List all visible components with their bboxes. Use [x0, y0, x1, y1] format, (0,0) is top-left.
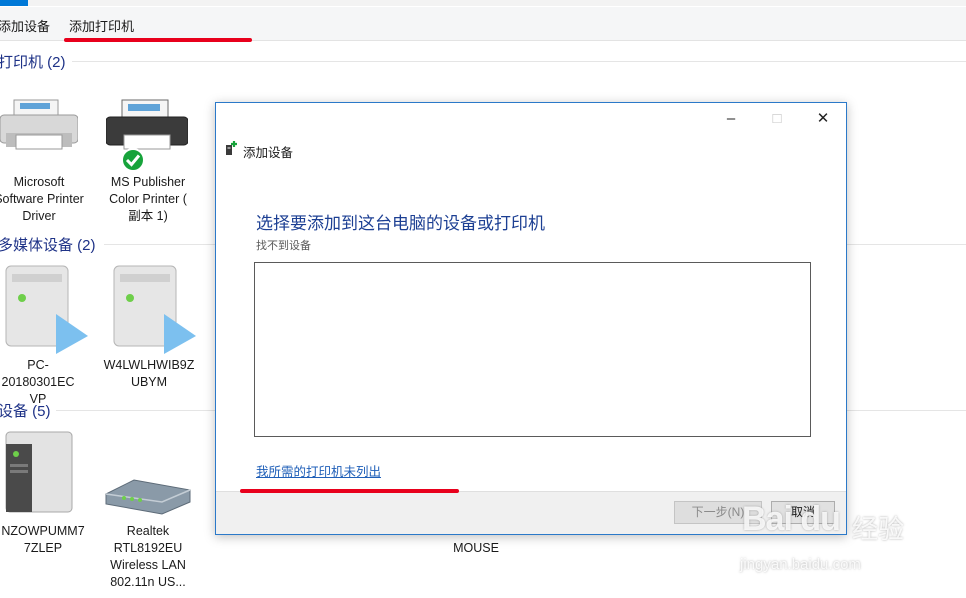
group-header-devices[interactable]: 设备 (5): [0, 400, 51, 421]
group-divider: [72, 61, 966, 62]
network-adapter-icon: [105, 479, 191, 515]
media-server-icon: [113, 265, 196, 354]
add-device-dialog: – □ ✕ 添加设备 选择要添加到这台电脑的设备或打印机 找不到设备 我所需的打…: [215, 102, 847, 535]
device-label: Realtek RTL8192EU Wireless LAN 802.11n U…: [110, 524, 186, 589]
device-list[interactable]: [254, 262, 811, 437]
device-item[interactable]: MS Publisher Color Printer ( 副本 1): [102, 174, 194, 225]
device-item[interactable]: Microsoft Software Printer Driver: [0, 174, 85, 225]
group-header-media[interactable]: 多媒体设备 (2): [0, 234, 96, 255]
add-device-button[interactable]: 添加设备: [0, 16, 50, 35]
printer-default-icon: [106, 99, 188, 171]
device-label: NZOWPUMM7 7ZLEP: [1, 524, 85, 555]
media-server-icon: [5, 265, 88, 354]
dialog-heading: 选择要添加到这台电脑的设备或打印机: [256, 214, 545, 233]
group-header-printers[interactable]: 打印机 (2): [0, 51, 66, 72]
close-button[interactable]: ✕: [808, 109, 838, 129]
computer-tower-icon: [5, 431, 73, 513]
maximize-button[interactable]: □: [762, 109, 792, 129]
dialog-title: 添加设备: [243, 146, 294, 160]
watermark-url: jingyan.baidu.com: [740, 556, 861, 573]
red-annotation-underline: [240, 489, 459, 493]
menu-highlight: [0, 0, 28, 6]
device-item[interactable]: MOUSE: [430, 540, 522, 557]
device-label: W4LWLHWIB9Z UBYM: [103, 358, 195, 389]
device-label: MOUSE: [453, 541, 499, 555]
device-label: MS Publisher Color Printer ( 副本 1): [109, 175, 187, 223]
menu-bar: [0, 0, 966, 6]
add-printer-button[interactable]: 添加打印机: [69, 16, 134, 35]
device-item[interactable]: NZOWPUMM7 7ZLEP: [0, 523, 89, 557]
printer-icon: [0, 99, 78, 150]
device-label: Microsoft Software Printer Driver: [0, 175, 84, 223]
watermark-text: 经验: [852, 514, 905, 544]
device-item[interactable]: W4LWLHWIB9Z UBYM: [103, 357, 195, 391]
add-device-icon: [226, 141, 237, 155]
device-item[interactable]: Realtek RTL8192EU Wireless LAN 802.11n U…: [102, 523, 194, 591]
printer-not-listed-link[interactable]: 我所需的打印机未列出: [256, 461, 381, 480]
status-text: 找不到设备: [256, 240, 311, 252]
watermark-logo: Bai du: [742, 500, 841, 538]
command-bar: 添加设备 添加打印机: [0, 7, 966, 41]
red-annotation-underline: [64, 38, 252, 42]
minimize-button[interactable]: –: [716, 109, 746, 129]
